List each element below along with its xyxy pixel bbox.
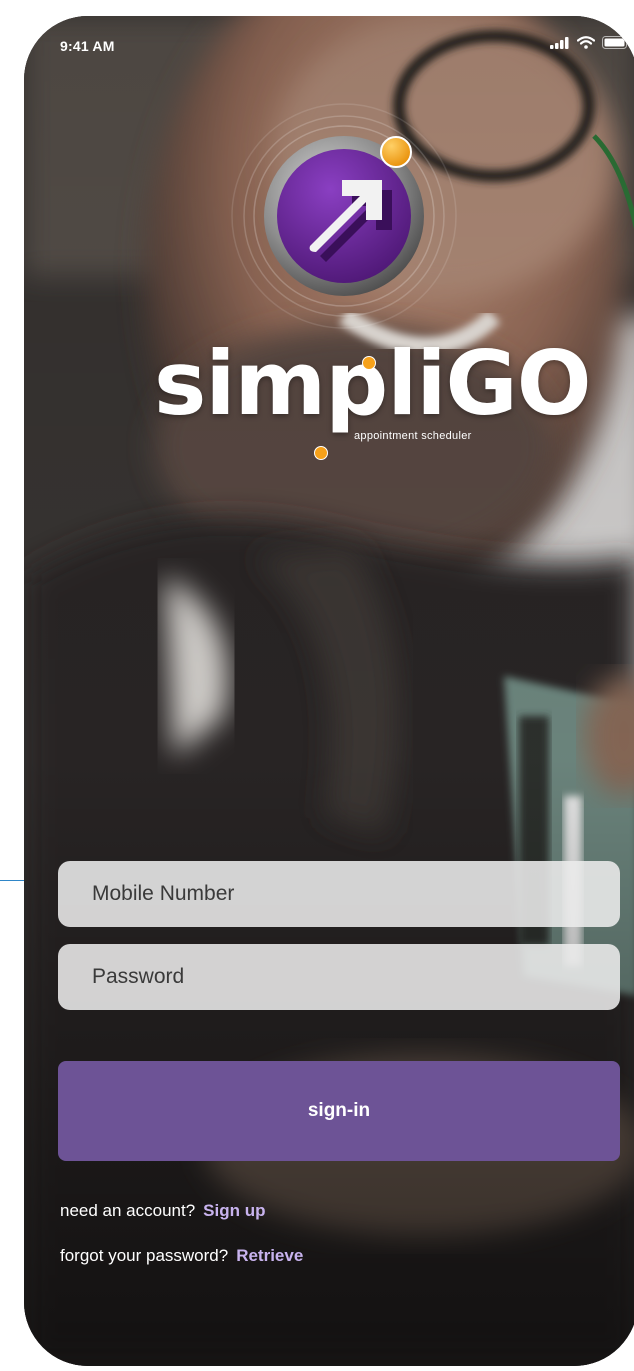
status-bar: 9:41 AM bbox=[24, 16, 634, 76]
sign-in-button[interactable]: sign-in bbox=[58, 1061, 620, 1161]
cellular-signal-icon bbox=[550, 36, 569, 49]
status-icons bbox=[550, 36, 630, 49]
password-prompt: forgot your password? bbox=[60, 1246, 229, 1265]
retrieve-link[interactable]: Retrieve bbox=[236, 1246, 303, 1265]
retrieve-row: forgot your password? Retrieve bbox=[60, 1246, 303, 1266]
brand-name: simpliGO bbox=[154, 332, 592, 435]
brand-dot-bottom bbox=[314, 446, 328, 460]
password-input[interactable] bbox=[90, 964, 588, 990]
brand-dot-top bbox=[362, 356, 376, 370]
brand-block: simpliGO appointment scheduler bbox=[154, 334, 592, 460]
phone-frame: 9:41 AM simpliGO appointment scheduler M… bbox=[24, 16, 634, 1366]
password-field[interactable] bbox=[58, 944, 620, 1010]
account-prompt: need an account? bbox=[60, 1201, 196, 1220]
brand-tagline: appointment scheduler bbox=[354, 430, 472, 442]
mobile-number-field[interactable] bbox=[58, 861, 620, 927]
mobile-number-input[interactable] bbox=[90, 881, 588, 907]
app-logo bbox=[224, 96, 464, 336]
status-time: 9:41 AM bbox=[60, 38, 115, 54]
signup-row: need an account? Sign up bbox=[60, 1201, 266, 1221]
wifi-icon bbox=[577, 36, 595, 49]
arrow-up-right-icon bbox=[231, 103, 457, 329]
sign-up-link[interactable]: Sign up bbox=[203, 1201, 265, 1220]
screen: 9:41 AM simpliGO appointment scheduler M… bbox=[0, 0, 634, 1371]
battery-icon bbox=[602, 36, 630, 49]
